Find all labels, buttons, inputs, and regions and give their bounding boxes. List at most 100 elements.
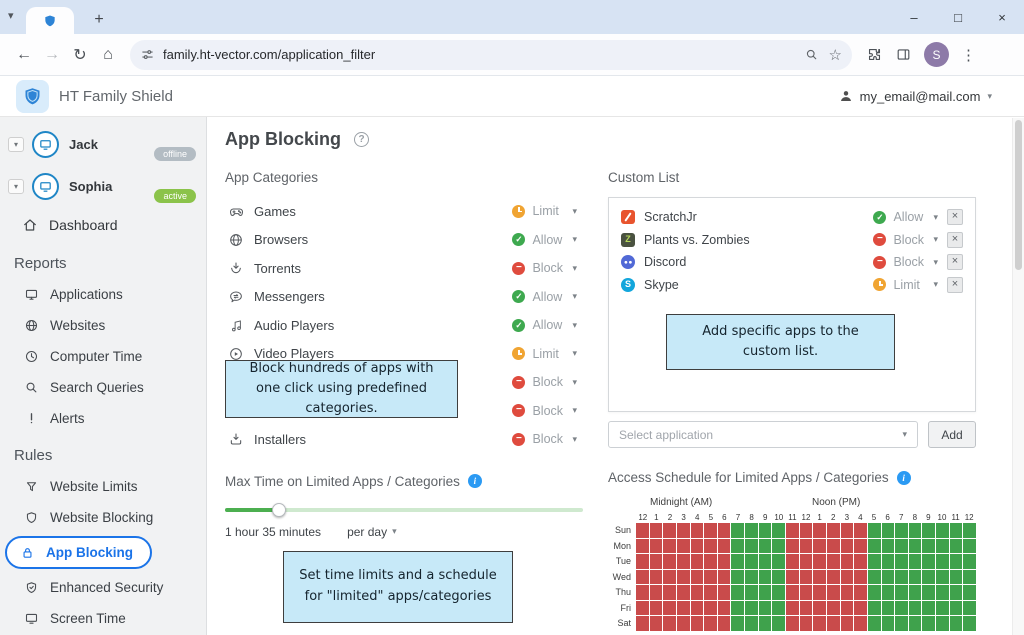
schedule-cell-blocked[interactable]	[841, 539, 854, 554]
schedule-cell-allowed[interactable]	[909, 554, 922, 569]
schedule-cell-allowed[interactable]	[882, 554, 895, 569]
schedule-cell-allowed[interactable]	[963, 616, 976, 631]
schedule-cell-allowed[interactable]	[922, 570, 935, 585]
schedule-cell-allowed[interactable]	[759, 539, 772, 554]
schedule-cell-blocked[interactable]	[854, 554, 867, 569]
schedule-cell-blocked[interactable]	[718, 523, 731, 538]
schedule-cell-allowed[interactable]	[936, 616, 949, 631]
schedule-cell-blocked[interactable]	[677, 585, 690, 600]
schedule-cell-blocked[interactable]	[636, 554, 649, 569]
sidebar-item-dashboard[interactable]: Dashboard	[0, 207, 206, 242]
info-icon[interactable]	[468, 474, 482, 488]
schedule-cell-blocked[interactable]	[718, 616, 731, 631]
schedule-cell-allowed[interactable]	[963, 539, 976, 554]
new-tab-button[interactable]: +	[88, 11, 110, 29]
schedule-cell-allowed[interactable]	[936, 601, 949, 616]
schedule-cell-blocked[interactable]	[704, 585, 717, 600]
schedule-cell-blocked[interactable]	[636, 585, 649, 600]
browser-menu-icon[interactable]: ⋮	[961, 46, 976, 64]
remove-app-button[interactable]	[947, 254, 963, 270]
category-status-dropdown[interactable]: Block	[512, 261, 577, 275]
sidebar-item-app-blocking[interactable]: App Blocking	[5, 536, 152, 569]
home-button[interactable]: ⌂	[94, 46, 122, 64]
reload-button[interactable]: ↻	[66, 45, 94, 65]
schedule-cell-allowed[interactable]	[922, 523, 935, 538]
schedule-cell-allowed[interactable]	[936, 570, 949, 585]
schedule-cell-blocked[interactable]	[663, 570, 676, 585]
schedule-cell-blocked[interactable]	[841, 554, 854, 569]
schedule-cell-allowed[interactable]	[922, 601, 935, 616]
sidebar-item-alerts[interactable]: Alerts	[0, 403, 206, 434]
schedule-cell-allowed[interactable]	[868, 539, 881, 554]
schedule-cell-blocked[interactable]	[827, 601, 840, 616]
schedule-cell-blocked[interactable]	[813, 570, 826, 585]
schedule-cell-blocked[interactable]	[636, 616, 649, 631]
bookmark-star-icon[interactable]: ☆	[829, 46, 842, 64]
schedule-cell-blocked[interactable]	[813, 523, 826, 538]
window-close-button[interactable]: ×	[980, 10, 1024, 25]
schedule-cell-blocked[interactable]	[718, 570, 731, 585]
schedule-cell-blocked[interactable]	[663, 616, 676, 631]
user-expand-icon[interactable]	[8, 179, 24, 194]
side-panel-icon[interactable]	[895, 46, 912, 63]
schedule-cell-allowed[interactable]	[936, 554, 949, 569]
user-row-jack[interactable]: Jack offline	[0, 123, 206, 165]
schedule-cell-blocked[interactable]	[691, 554, 704, 569]
schedule-cell-allowed[interactable]	[963, 523, 976, 538]
window-minimize-button[interactable]: –	[892, 10, 936, 25]
sidebar-item-search-queries[interactable]: Search Queries	[0, 372, 206, 403]
schedule-cell-allowed[interactable]	[759, 585, 772, 600]
category-status-dropdown[interactable]: Block	[512, 404, 577, 418]
schedule-cell-blocked[interactable]	[677, 570, 690, 585]
schedule-cell-blocked[interactable]	[650, 616, 663, 631]
schedule-cell-blocked[interactable]	[854, 523, 867, 538]
schedule-cell-allowed[interactable]	[882, 585, 895, 600]
schedule-cell-blocked[interactable]	[813, 585, 826, 600]
schedule-cell-blocked[interactable]	[827, 523, 840, 538]
remove-app-button[interactable]	[947, 209, 963, 225]
schedule-cell-blocked[interactable]	[854, 585, 867, 600]
schedule-cell-blocked[interactable]	[786, 616, 799, 631]
schedule-cell-allowed[interactable]	[950, 523, 963, 538]
category-status-dropdown[interactable]: Limit	[512, 204, 577, 218]
schedule-cell-allowed[interactable]	[882, 616, 895, 631]
schedule-cell-blocked[interactable]	[704, 616, 717, 631]
schedule-cell-allowed[interactable]	[772, 616, 785, 631]
schedule-cell-blocked[interactable]	[854, 616, 867, 631]
schedule-cell-allowed[interactable]	[745, 570, 758, 585]
schedule-cell-blocked[interactable]	[800, 570, 813, 585]
schedule-cell-allowed[interactable]	[745, 601, 758, 616]
schedule-cell-allowed[interactable]	[909, 601, 922, 616]
schedule-cell-allowed[interactable]	[868, 523, 881, 538]
zoom-icon[interactable]	[804, 47, 819, 62]
category-status-dropdown[interactable]: Allow	[512, 233, 577, 247]
category-status-dropdown[interactable]: Block	[512, 375, 577, 389]
slider-handle[interactable]	[272, 503, 286, 517]
category-status-dropdown[interactable]: Limit	[512, 347, 577, 361]
schedule-cell-blocked[interactable]	[663, 539, 676, 554]
schedule-cell-blocked[interactable]	[704, 601, 717, 616]
schedule-cell-allowed[interactable]	[772, 539, 785, 554]
schedule-cell-allowed[interactable]	[745, 585, 758, 600]
schedule-cell-allowed[interactable]	[922, 554, 935, 569]
schedule-cell-allowed[interactable]	[731, 570, 744, 585]
schedule-cell-blocked[interactable]	[663, 554, 676, 569]
schedule-cell-allowed[interactable]	[759, 616, 772, 631]
schedule-cell-allowed[interactable]	[772, 601, 785, 616]
schedule-cell-blocked[interactable]	[691, 616, 704, 631]
schedule-cell-allowed[interactable]	[895, 523, 908, 538]
schedule-cell-blocked[interactable]	[854, 601, 867, 616]
extensions-puzzle-icon[interactable]	[866, 46, 883, 63]
scrollbar-thumb[interactable]	[1015, 120, 1022, 270]
application-select[interactable]: Select application	[608, 421, 918, 448]
schedule-cell-blocked[interactable]	[677, 601, 690, 616]
schedule-cell-allowed[interactable]	[895, 616, 908, 631]
schedule-cell-allowed[interactable]	[909, 523, 922, 538]
schedule-cell-allowed[interactable]	[745, 539, 758, 554]
schedule-cell-blocked[interactable]	[636, 601, 649, 616]
schedule-cell-allowed[interactable]	[963, 601, 976, 616]
info-icon[interactable]	[897, 471, 911, 485]
schedule-cell-blocked[interactable]	[663, 601, 676, 616]
sidebar-item-applications[interactable]: Applications	[0, 279, 206, 310]
schedule-cell-allowed[interactable]	[909, 570, 922, 585]
